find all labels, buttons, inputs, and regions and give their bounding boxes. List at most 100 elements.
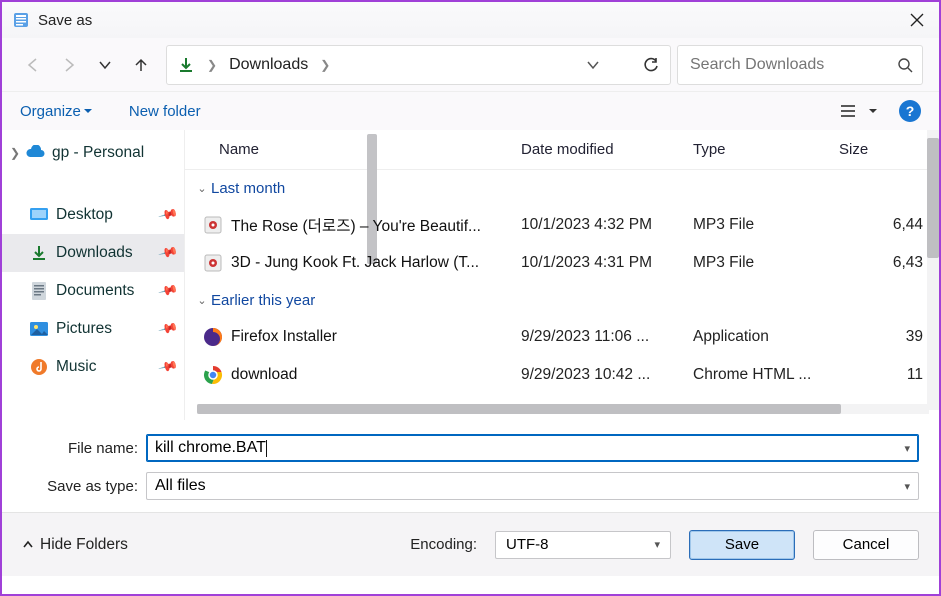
column-header-type[interactable]: Type [693,141,839,158]
file-group-header[interactable]: ⌄Last month [185,170,939,206]
group-label: Earlier this year [211,292,315,309]
chevron-down-icon [98,58,112,72]
file-list-pane: Name Date modified Type Size ⌄Last month… [185,130,939,420]
sidebar-item-pictures[interactable]: Pictures📌 [2,310,184,348]
vertical-scrollbar[interactable] [927,130,939,410]
file-size: 11 [839,366,939,384]
file-date: 9/29/2023 10:42 ... [521,366,693,384]
caret-down-icon [83,106,93,116]
sidebar-item-label: Desktop [56,206,113,224]
arrow-left-icon [24,56,42,74]
file-name: The Rose (더로즈) – You're Beautif... [231,214,481,236]
window-title: Save as [38,12,92,29]
breadcrumb-location[interactable]: Downloads [229,56,308,74]
column-header-date[interactable]: Date modified [521,141,693,158]
address-bar[interactable]: ❯ Downloads ❯ [166,45,671,85]
filename-value: kill chrome.BAT [155,439,266,457]
file-date: 9/29/2023 11:06 ... [521,328,693,346]
view-dropdown-button[interactable] [865,96,881,126]
caret-down-icon [868,106,878,116]
encoding-label: Encoding: [410,536,477,553]
savetype-label: Save as type: [22,478,146,495]
sidebar-item-desktop[interactable]: Desktop 📌 [2,196,184,234]
content-area: ❯ gp - Personal Desktop📌Downloads📌Docume… [2,130,939,420]
desktop-icon [28,204,50,226]
file-size: 6,44 [839,216,939,234]
help-button[interactable]: ? [899,100,921,122]
breadcrumb-separator-icon[interactable]: ❯ [320,58,330,72]
chevron-down-icon: ⌄ [193,182,211,195]
chevron-down-icon[interactable]: ▾ [654,538,660,551]
file-row[interactable]: 3D - Jung Kook Ft. Jack Harlow (T...10/1… [185,244,939,282]
chevron-up-icon [22,539,34,551]
encoding-combo[interactable]: UTF-8 ▾ [495,531,671,559]
sidebar-item-label: Documents [56,282,134,300]
organize-label: Organize [20,103,81,120]
media-icon [203,215,223,235]
horizontal-scrollbar[interactable] [197,404,929,414]
download-icon [28,242,50,264]
cancel-button[interactable]: Cancel [813,530,919,560]
vertical-scrollbar-thumb[interactable] [927,138,939,258]
titlebar: Save as [2,2,939,38]
save-fields-area: File name: kill chrome.BAT ▾ Save as typ… [2,420,939,512]
chevron-down-icon[interactable]: ▾ [904,480,910,493]
refresh-icon [642,56,660,74]
sidebar: ❯ gp - Personal Desktop📌Downloads📌Docume… [2,130,185,420]
sidebar-root-item[interactable]: ❯ gp - Personal [2,134,184,172]
filename-label: File name: [22,440,146,457]
pin-icon: 📌 [157,356,179,378]
column-header-size[interactable]: Size [839,141,939,158]
file-group-header[interactable]: ⌄Earlier this year [185,282,939,318]
chevron-down-icon[interactable]: ▾ [904,442,910,455]
footer: Hide Folders Encoding: UTF-8 ▾ Save Canc… [2,512,939,576]
arrow-right-icon [60,56,78,74]
file-row[interactable]: The Rose (더로즈) – You're Beautif...10/1/2… [185,206,939,244]
sidebar-item-label: Downloads [56,244,133,262]
text-caret [266,440,267,457]
refresh-button[interactable] [642,56,660,74]
file-row[interactable]: Firefox Installer9/29/2023 11:06 ...Appl… [185,318,939,356]
view-options-button[interactable] [835,96,865,126]
file-size: 6,43 [839,254,939,272]
sidebar-item-documents[interactable]: Documents 📌 [2,272,184,310]
firefox-icon [203,327,223,347]
search-input[interactable] [690,56,897,74]
column-header-name[interactable]: Name [203,141,521,158]
chevron-down-icon [586,58,600,72]
file-type: MP3 File [693,254,839,272]
save-button[interactable]: Save [689,530,795,560]
file-row[interactable]: download9/29/2023 10:42 ...Chrome HTML .… [185,356,939,394]
filename-combo[interactable]: kill chrome.BAT ▾ [146,434,919,462]
nav-bar: ❯ Downloads ❯ [2,38,939,92]
pin-icon: 📌 [157,280,179,302]
cloud-icon [24,142,46,164]
close-icon [910,13,924,27]
file-type: Application [693,328,839,346]
up-button[interactable] [126,50,156,80]
sidebar-root-label: gp - Personal [52,144,144,162]
sidebar-item-label: Pictures [56,320,112,338]
recent-locations-button[interactable] [90,50,120,80]
new-folder-button[interactable]: New folder [129,103,201,120]
search-icon [897,57,913,73]
hide-folders-button[interactable]: Hide Folders [22,536,128,554]
file-date: 10/1/2023 4:31 PM [521,254,693,272]
savetype-combo[interactable]: All files ▾ [146,472,919,500]
search-box[interactable] [677,45,923,85]
file-type: MP3 File [693,216,839,234]
horizontal-scrollbar-thumb[interactable] [197,404,841,414]
group-label: Last month [211,180,285,197]
list-view-icon [841,104,859,118]
organize-button[interactable]: Organize [20,103,93,120]
sidebar-item-downloads[interactable]: Downloads📌 [2,234,184,272]
chevron-right-icon: ❯ [6,146,24,160]
forward-button[interactable] [54,50,84,80]
close-button[interactable] [895,2,939,38]
back-button[interactable] [18,50,48,80]
pin-icon: 📌 [157,204,179,226]
sidebar-item-label: Music [56,358,96,376]
sidebar-item-music[interactable]: Music 📌 [2,348,184,386]
address-dropdown-button[interactable] [586,58,600,72]
hide-folders-label: Hide Folders [40,536,128,554]
